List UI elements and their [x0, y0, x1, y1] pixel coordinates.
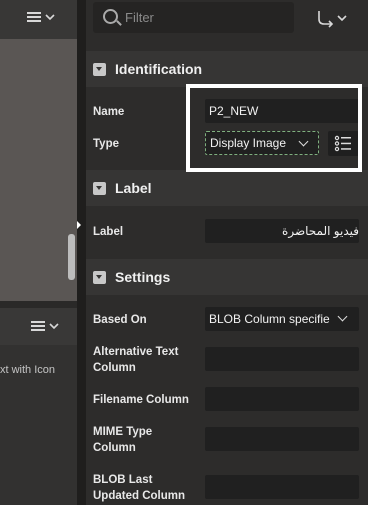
label-section-header[interactable]: Label: [86, 170, 368, 206]
property-editor: Identification Name P2_NEW Type Display …: [86, 0, 368, 505]
hamburger-menu-icon: [31, 321, 45, 331]
mime-type-column-field[interactable]: [205, 427, 359, 451]
filename-column-label: Filename Column: [93, 394, 189, 406]
label-line: BLOB Last: [93, 474, 153, 486]
left-panel-item-label: xt with Icon: [0, 364, 56, 376]
name-label: Name: [93, 106, 125, 118]
highlight-box: [186, 84, 362, 172]
label-line: Column: [93, 442, 136, 454]
panel-splitter[interactable]: [77, 0, 86, 505]
left-bottom-panel: xt with Icon: [0, 345, 77, 505]
label-line: MIME Type: [93, 426, 153, 438]
filter-box: [93, 2, 294, 33]
left-panel-menu-button[interactable]: [27, 11, 55, 23]
left-panel-toolbar: [0, 0, 77, 39]
left-panel-canvas: [0, 39, 77, 301]
blob-last-updated-column-label: BLOB Last Updated Column: [93, 472, 185, 504]
section-title: Settings: [115, 269, 171, 285]
type-label: Type: [93, 138, 119, 150]
label-line: Alternative Text: [93, 346, 179, 358]
label-label: Label: [93, 226, 124, 238]
alt-text-column-label: Alternative Text Column: [93, 344, 178, 376]
left-panel-item[interactable]: xt with Icon: [0, 364, 55, 376]
splitter-arrow-icon[interactable]: [77, 221, 81, 229]
chevron-down-icon: [49, 323, 59, 330]
label-line: Column: [93, 362, 136, 374]
chevron-down-icon: [45, 14, 55, 21]
hamburger-menu-icon: [27, 12, 41, 22]
left-bottom-toolbar: [0, 308, 77, 345]
section-title: Identification: [115, 61, 203, 77]
goto-group-button[interactable]: [312, 7, 356, 29]
section-title: Label: [115, 180, 152, 196]
blob-last-updated-column-field[interactable]: [205, 475, 359, 499]
goto-arrow-icon: [318, 11, 347, 28]
based-on-label: Based On: [93, 314, 147, 326]
collapse-icon[interactable]: [93, 62, 106, 76]
mime-type-column-label: MIME Type Column: [93, 424, 152, 456]
filter-input[interactable]: [125, 2, 285, 33]
settings-section-header[interactable]: Settings: [86, 259, 368, 295]
left-panel-separator: [0, 301, 77, 308]
based-on-select[interactable]: BLOB Column specifie: [205, 307, 359, 331]
search-icon: [103, 9, 118, 24]
label-field[interactable]: فيديو المحاضرة: [205, 219, 359, 243]
alt-text-column-field[interactable]: [205, 347, 359, 371]
filename-column-field[interactable]: [205, 387, 359, 411]
chevron-down-icon: [337, 311, 348, 322]
based-on-select-value: BLOB Column specifie: [209, 312, 330, 326]
left-bottom-menu-button[interactable]: [31, 320, 59, 332]
collapse-icon[interactable]: [93, 270, 106, 284]
label-line: Updated Column: [93, 490, 185, 502]
identification-section-header[interactable]: Identification: [86, 51, 368, 87]
left-panel-scrollbar[interactable]: [68, 234, 75, 280]
collapse-icon[interactable]: [93, 181, 106, 195]
